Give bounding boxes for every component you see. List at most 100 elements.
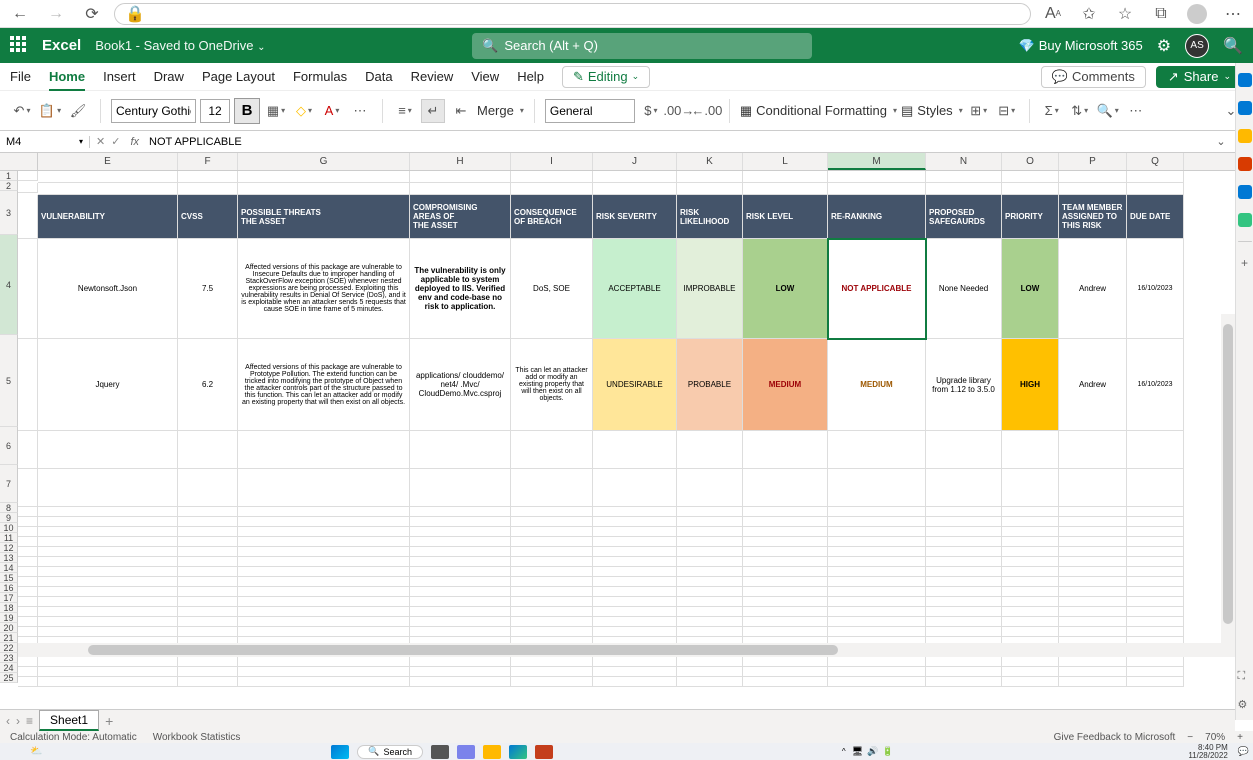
doc-title[interactable]: Book1 - Saved to OneDrive ⌄ [95, 38, 265, 53]
browser-forward[interactable]: → [42, 0, 70, 28]
start-button[interactable] [331, 745, 349, 759]
font-size-icon[interactable]: AA [1039, 0, 1067, 28]
bold-button[interactable]: B [234, 98, 260, 124]
find-button[interactable]: 🔍 [1096, 99, 1120, 123]
collections-icon[interactable]: ⧉ [1147, 0, 1175, 28]
tab-insert[interactable]: Insert [103, 63, 136, 91]
more-icon[interactable]: ⋯ [1219, 0, 1247, 28]
borders-button[interactable]: ▦ [264, 99, 288, 123]
cancel-formula-icon[interactable]: ✕ [96, 135, 105, 148]
horizontal-scrollbar[interactable] [18, 643, 1221, 657]
zoom-in-button[interactable]: + [1237, 732, 1243, 743]
row-header-2[interactable]: 2 [0, 181, 18, 191]
col-header-J[interactable]: J [593, 153, 677, 170]
network-icon[interactable]: 🖥 [852, 746, 863, 757]
vertical-scrollbar[interactable] [1221, 314, 1235, 657]
enter-formula-icon[interactable]: ✓ [111, 135, 120, 148]
delete-cells-button[interactable]: ⊟ [995, 99, 1019, 123]
side-fullscreen-icon[interactable]: ⛶ [1238, 670, 1252, 684]
side-add-icon[interactable]: + [1238, 256, 1252, 270]
search-side-icon[interactable]: 🔍 [1223, 36, 1243, 56]
increase-decimal-button[interactable]: .00→ [667, 99, 691, 123]
clock[interactable]: 8:40 PM 11/28/2022 [1188, 744, 1227, 760]
row-header-3[interactable]: 3 [0, 191, 18, 235]
col-header-F[interactable]: F [178, 153, 238, 170]
taskbar-search[interactable]: 🔍 Search [357, 745, 423, 759]
notifications-icon[interactable]: 💬 [1238, 746, 1249, 757]
col-header-P[interactable]: P [1059, 153, 1127, 170]
selected-cell[interactable]: NOT APPLICABLE [828, 239, 926, 339]
wrap-text-button[interactable]: ↵ [421, 99, 445, 123]
feedback-button[interactable]: Give Feedback to Microsoft [1054, 732, 1176, 743]
col-header-O[interactable]: O [1002, 153, 1059, 170]
col-header-I[interactable]: I [511, 153, 593, 170]
select-all-corner[interactable] [0, 153, 38, 170]
app-icon[interactable] [535, 745, 553, 759]
sort-filter-button[interactable]: ⇅ [1068, 99, 1092, 123]
align-button[interactable]: ≡ [393, 99, 417, 123]
more-font-button[interactable]: ⋯ [348, 99, 372, 123]
browser-back[interactable]: ← [6, 0, 34, 28]
buy-m365-button[interactable]: 💎 Buy Microsoft 365 [1019, 38, 1143, 54]
zoom-out-button[interactable]: − [1187, 732, 1193, 743]
currency-button[interactable]: $ [639, 99, 663, 123]
tab-help[interactable]: Help [517, 63, 544, 91]
font-color-button[interactable]: A [320, 99, 344, 123]
col-header-L[interactable]: L [743, 153, 828, 170]
fx-icon[interactable]: fx [126, 136, 143, 148]
sheet-tab[interactable]: Sheet1 [39, 710, 99, 731]
share-button[interactable]: ↗ Share ⌄ [1156, 66, 1243, 88]
tab-home[interactable]: Home [49, 63, 85, 91]
row-header-4[interactable]: 4 [0, 235, 18, 335]
tab-review[interactable]: Review [411, 63, 454, 91]
tab-draw[interactable]: Draw [154, 63, 184, 91]
side-search-icon[interactable] [1238, 73, 1252, 87]
profile-icon[interactable] [1183, 0, 1211, 28]
side-office-icon[interactable] [1238, 157, 1252, 171]
search-input[interactable]: 🔍 Search (Alt + Q) [472, 33, 812, 59]
font-select[interactable] [111, 99, 196, 123]
col-header-Q[interactable]: Q [1127, 153, 1184, 170]
col-header-K[interactable]: K [677, 153, 743, 170]
tab-formulas[interactable]: Formulas [293, 63, 347, 91]
tab-page-layout[interactable]: Page Layout [202, 63, 275, 91]
side-teams-icon[interactable] [1238, 213, 1252, 227]
side-settings-icon[interactable]: ⚙ [1238, 698, 1252, 712]
tray-chevron-icon[interactable]: ^ [842, 747, 846, 756]
explorer-icon[interactable] [483, 745, 501, 759]
col-header-E[interactable]: E [38, 153, 178, 170]
workbook-stats-button[interactable]: Workbook Statistics [153, 732, 241, 743]
settings-icon[interactable]: ⚙ [1157, 36, 1171, 56]
row-header-7[interactable]: 7 [0, 465, 18, 503]
sheet-prev-button[interactable]: ‹ [6, 714, 10, 728]
col-header-H[interactable]: H [410, 153, 511, 170]
favorites-add-icon[interactable]: ✩ [1075, 0, 1103, 28]
side-briefcase-icon[interactable] [1238, 129, 1252, 143]
more-tools-button[interactable]: ⋯ [1124, 99, 1148, 123]
undo-button[interactable]: ↶ [10, 99, 34, 123]
browser-refresh[interactable]: ⟳ [78, 0, 106, 28]
col-header-N[interactable]: N [926, 153, 1002, 170]
sheet-next-button[interactable]: › [16, 714, 20, 728]
volume-icon[interactable]: 🔊 [867, 746, 878, 757]
all-sheets-button[interactable]: ≡ [26, 714, 33, 728]
favorites-icon[interactable]: ☆ [1111, 0, 1139, 28]
formula-input[interactable]: NOT APPLICABLE [143, 136, 1209, 148]
avatar[interactable]: AS [1185, 34, 1209, 58]
decrease-decimal-button[interactable]: ←.00 [695, 99, 719, 123]
editing-mode[interactable]: ✎ Editing ⌄ [562, 66, 650, 88]
row-header-6[interactable]: 6 [0, 427, 18, 465]
task-view-icon[interactable] [431, 745, 449, 759]
weather-icon[interactable]: ⛅ [30, 746, 42, 757]
url-bar[interactable]: 🔒 [114, 3, 1031, 25]
font-size-input[interactable] [200, 99, 230, 123]
number-format-select[interactable] [545, 99, 635, 123]
col-header-M[interactable]: M [828, 153, 926, 170]
format-painter-button[interactable]: 🖌 [66, 99, 90, 123]
indent-button[interactable]: ⇤ [449, 99, 473, 123]
conditional-formatting-button[interactable]: ▦ Conditional Formatting [740, 103, 897, 119]
col-header-G[interactable]: G [238, 153, 410, 170]
formula-expand-button[interactable]: ⌄ [1209, 130, 1233, 154]
paste-button[interactable]: 📋 [38, 99, 62, 123]
tab-view[interactable]: View [471, 63, 499, 91]
